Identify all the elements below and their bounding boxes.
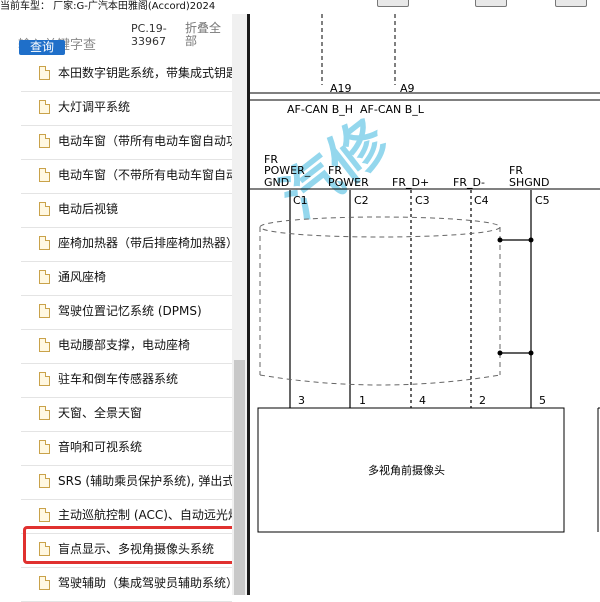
document-icon (39, 576, 50, 590)
document-icon (39, 338, 50, 352)
pin-number: 5 (539, 394, 546, 407)
document-icon (39, 202, 50, 216)
tree-item-driver-assist[interactable]: 驾驶辅助（集成驾驶员辅助系统） (21, 568, 232, 602)
tree-item-label: 座椅加热器（带后排座椅加热器） (58, 236, 232, 250)
signal-label: FR_D- (453, 176, 485, 189)
signal-label: POWER (328, 176, 369, 189)
tree-item-honda-digital-key[interactable]: 本田数字钥匙系统，带集成式钥匙 (21, 58, 232, 92)
document-icon (39, 440, 50, 454)
connector-label: C4 (474, 194, 489, 207)
wiring-diagram: 汽修 A19 A9 AF-CAN B_H AF-CAN B_L FR POWER… (250, 0, 600, 595)
vehicle-info-text: 当前车型： 厂家:G-广汽本田雅阁(Accord)2024 (0, 1, 216, 12)
signal-label: SHGND (509, 176, 549, 189)
pin-number: 3 (298, 394, 305, 407)
document-icon (39, 236, 50, 250)
tree-item-label: 电动腰部支撑，电动座椅 (58, 338, 191, 352)
can-label: AF-CAN B_L (360, 103, 425, 116)
tree-item-seat-heaters[interactable]: 座椅加热器（带后排座椅加热器） (21, 228, 232, 262)
tree-item-audio-visual[interactable]: 音响和可视系统 (21, 432, 232, 466)
tree-item-label: 电动后视镜 (58, 202, 119, 216)
search-button[interactable]: 查询 (19, 40, 65, 55)
connector-label: C2 (354, 194, 369, 207)
tree-item-label: 音响和可视系统 (58, 440, 143, 454)
tree-item-headlight-leveling[interactable]: 大灯调平系统 (21, 92, 232, 126)
document-icon (39, 134, 50, 148)
tree-scrollbar[interactable] (232, 14, 247, 595)
tree-item-label: 通风座椅 (58, 270, 107, 284)
tree-item-label: 驻车和倒车传感器系统 (58, 372, 179, 386)
tree-item-srs[interactable]: SRS (辅助乘员保护系统), 弹出式发动机盖 (21, 466, 232, 500)
tree-item-label: SRS (辅助乘员保护系统), 弹出式发动机盖 (58, 474, 232, 488)
top-pin-label: A9 (400, 82, 415, 95)
document-icon (39, 372, 50, 386)
component-label: 多视角前摄像头 (368, 463, 445, 477)
scrollbar-thumb[interactable] (234, 360, 245, 595)
tree-item-label: 大灯调平系统 (58, 100, 131, 114)
tree-item-dpms[interactable]: 驾驶位置记忆系统 (DPMS) (21, 296, 232, 330)
tree-item-label: 驾驶位置记忆系统 (DPMS) (58, 304, 202, 318)
top-pin-label: A19 (330, 82, 352, 95)
connector-label: C3 (415, 194, 430, 207)
signal-label: FR_D+ (392, 176, 429, 189)
document-icon (39, 508, 50, 522)
tree-item-label: 电动车窗（不带所有电动车窗自动功能） (58, 168, 232, 182)
tree-item-parking-sensors[interactable]: 驻车和倒车传感器系统 (21, 364, 232, 398)
tree-item-label: 本田数字钥匙系统，带集成式钥匙 (58, 66, 232, 80)
tree-item-lumbar-support[interactable]: 电动腰部支撑，电动座椅 (21, 330, 232, 364)
tree-item-sunroof[interactable]: 天窗、全景天窗 (21, 398, 232, 432)
tree-item-ventilated-seats[interactable]: 通风座椅 (21, 262, 232, 296)
pin-number: 4 (419, 394, 426, 407)
document-icon (39, 100, 50, 114)
tree-item-label: 天窗、全景天窗 (58, 406, 143, 420)
document-icon (39, 270, 50, 284)
can-label: AF-CAN B_H (287, 103, 353, 116)
collapse-all-button[interactable]: 折叠全部 (185, 22, 229, 48)
document-icon (39, 168, 50, 182)
signal-label: GND (264, 176, 289, 189)
tree-item-label: 电动车窗（带所有电动车窗自动功能） (58, 134, 232, 148)
document-code: PC.19-33967 (131, 22, 167, 48)
document-icon (39, 474, 50, 488)
tree-item-label: 驾驶辅助（集成驾驶员辅助系统） (58, 576, 232, 590)
tree-item-power-mirrors[interactable]: 电动后视镜 (21, 194, 232, 228)
tree-item-power-windows-no-auto[interactable]: 电动车窗（不带所有电动车窗自动功能） (21, 160, 232, 194)
connector-label: C5 (535, 194, 550, 207)
navigation-panel: 查询 PC.19-33967 折叠全部 本田数字钥匙系统，带集成式钥匙 大灯调平… (0, 14, 247, 602)
document-icon (39, 304, 50, 318)
pin-number: 2 (479, 394, 486, 407)
document-icon (39, 406, 50, 420)
document-icon (39, 66, 50, 80)
tree-item-label: 主动巡航控制 (ACC)、自动远光灯 (58, 508, 232, 522)
selected-item-highlight (23, 526, 239, 564)
tree-item-power-windows-auto[interactable]: 电动车窗（带所有电动车窗自动功能） (21, 126, 232, 160)
connector-label: C1 (293, 194, 308, 207)
pin-number: 1 (359, 394, 366, 407)
